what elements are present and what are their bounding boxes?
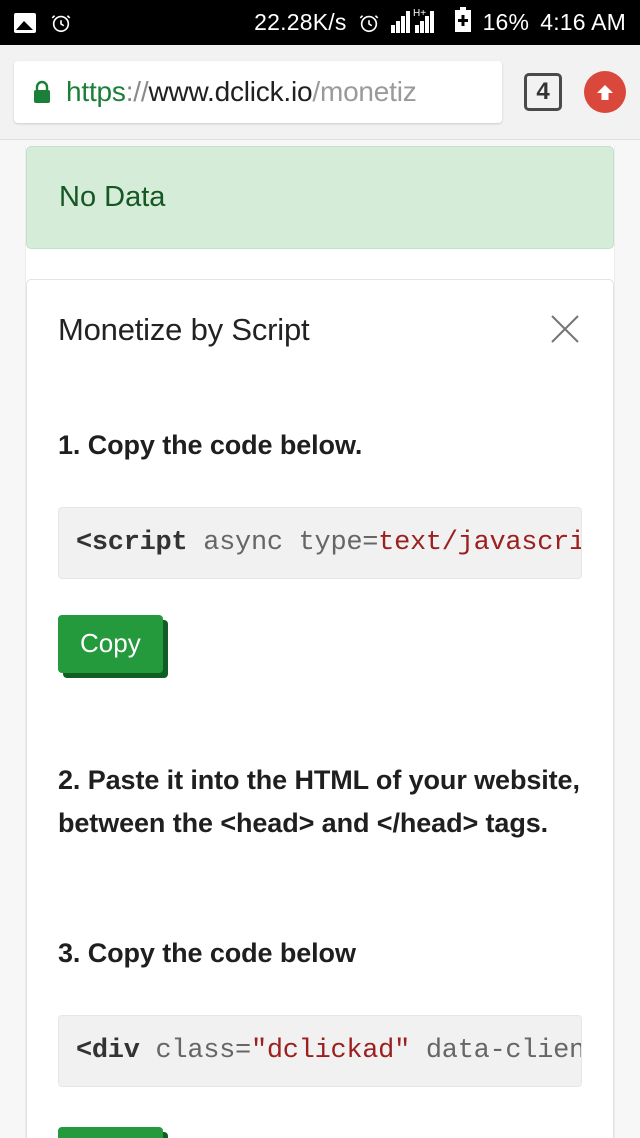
svg-text:H+: H+ — [413, 8, 426, 19]
status-bar-left-icons — [14, 12, 72, 34]
step-1-label: 1. Copy the code below. — [58, 430, 363, 460]
battery-charging-icon — [454, 6, 472, 39]
code-attr: class= — [139, 1035, 252, 1066]
url-host: www.dclick.io — [148, 76, 313, 107]
browser-toolbar: https://www.dclick.io/monetiz 4 — [0, 45, 640, 140]
no-data-alert: No Data — [26, 146, 614, 249]
step-2-label: 2. Paste it into the HTML of your websit… — [58, 759, 582, 845]
step-2-line-2: between the <head> and </head> tags. — [58, 808, 549, 839]
alarm-clock-icon — [50, 12, 72, 34]
signal-strength-icon: H+ — [390, 7, 443, 39]
lock-icon — [32, 80, 52, 104]
monetize-card: Monetize by Script 1. Copy the code belo… — [26, 279, 614, 1138]
code-attr: async type= — [187, 528, 379, 559]
step-1-code-block[interactable]: <script async type=text/javascript — [58, 507, 582, 580]
android-status-bar: 22.28K/s H+ 16% 4:16 AM — [0, 0, 640, 45]
content-container: No Data Monetize by Script 1. Copy the c… — [25, 146, 615, 1138]
page-content: No Data Monetize by Script 1. Copy the c… — [0, 140, 640, 1138]
url-scheme: https — [66, 76, 126, 107]
url-path: /monetiz — [312, 76, 417, 107]
alarm-clock-icon — [358, 12, 380, 34]
step-2-line-1: 2. Paste it into the HTML of your websit… — [58, 765, 580, 796]
page-title: Monetize by Script — [58, 312, 310, 347]
clock-label: 4:16 AM — [540, 9, 626, 35]
code-tag: <div — [76, 1035, 140, 1066]
code-value: text/javascript — [378, 528, 582, 559]
step-3-code-block[interactable]: <div class="dclickad" data-client=' — [58, 1014, 582, 1087]
code-tag: <script — [76, 528, 188, 559]
code-attr-2: data-client= — [425, 1035, 581, 1066]
code-value: "dclickad" — [250, 1035, 410, 1066]
card-header: Monetize by Script — [58, 280, 582, 348]
copy-button-2[interactable]: Copy — [58, 1126, 163, 1138]
copy-button-1[interactable]: Copy — [58, 615, 163, 674]
status-bar-right-group: 22.28K/s H+ 16% 4:16 AM — [254, 6, 626, 39]
network-speed-label: 22.28K/s — [254, 9, 347, 35]
image-icon — [14, 12, 36, 33]
up-arrow-icon[interactable] — [584, 71, 626, 113]
url-separator: :// — [125, 76, 149, 107]
url-text: https://www.dclick.io/monetiz — [66, 76, 417, 108]
step-3-label: 3. Copy the code below — [58, 937, 356, 968]
close-icon[interactable] — [548, 312, 582, 346]
battery-percent-label: 16% — [482, 9, 530, 35]
tab-counter-button[interactable]: 4 — [524, 73, 562, 111]
url-bar[interactable]: https://www.dclick.io/monetiz — [14, 61, 502, 123]
